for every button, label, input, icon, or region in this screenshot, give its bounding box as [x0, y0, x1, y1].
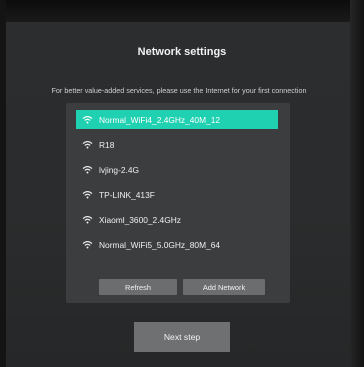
- wifi-ssid: Normal_WiFi5_5.0GHz_80M_64: [99, 239, 221, 250]
- page-subtitle: For better value-added services, please …: [51, 86, 307, 95]
- wifi-icon: [82, 140, 93, 149]
- wifi-ssid: R18: [99, 139, 115, 150]
- wifi-icon: [82, 115, 93, 124]
- refresh-button[interactable]: Refresh: [99, 279, 177, 295]
- screen-bezel-top: [0, 0, 364, 22]
- wifi-item-lvjing[interactable]: lvjing-2.4G: [76, 160, 278, 179]
- wifi-item-normal-wifi4[interactable]: Normal_WiFi4_2.4GHz_40M_12: [76, 110, 278, 129]
- wifi-ssid: Normal_WiFi4_2.4GHz_40M_12: [99, 114, 221, 125]
- wifi-item-tp-link[interactable]: TP-LINK_413F: [76, 185, 278, 204]
- page-title: Network settings: [137, 46, 227, 58]
- wifi-item-xiaoml[interactable]: Xiaoml_3600_2.4GHz: [76, 210, 278, 229]
- wifi-item-normal-wifi5[interactable]: Normal_WiFi5_5.0GHz_80M_64: [76, 235, 278, 254]
- wifi-icon: [82, 165, 93, 174]
- wifi-ssid: TP-LINK_413F: [99, 189, 155, 200]
- wifi-ssid: lvjing-2.4G: [99, 164, 140, 175]
- wifi-icon: [82, 190, 93, 199]
- wifi-list: Normal_WiFi4_2.4GHz_40M_12 R18 lvjing-2.…: [76, 110, 278, 260]
- network-list-panel: Normal_WiFi4_2.4GHz_40M_12 R18 lvjing-2.…: [66, 103, 290, 303]
- add-network-button[interactable]: Add Network: [183, 279, 265, 295]
- wifi-icon: [82, 215, 93, 224]
- wifi-item-r18[interactable]: R18: [76, 135, 278, 154]
- wifi-ssid: Xiaoml_3600_2.4GHz: [99, 214, 181, 225]
- next-step-button[interactable]: Next step: [134, 322, 230, 352]
- wifi-icon: [82, 240, 93, 249]
